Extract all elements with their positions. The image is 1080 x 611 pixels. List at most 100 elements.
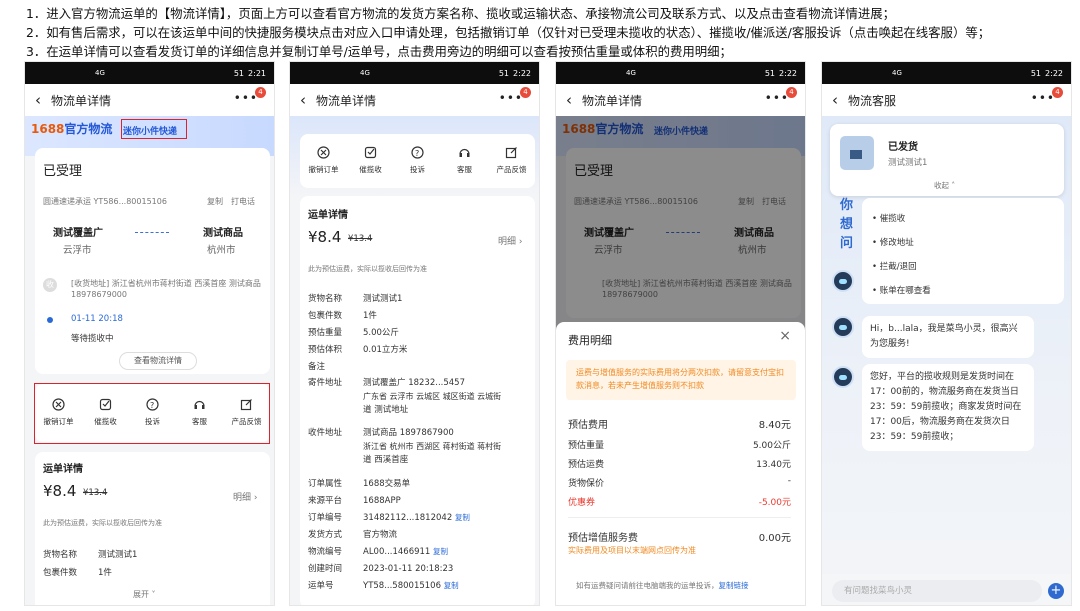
receiver-city: 杭州市	[207, 245, 236, 256]
receiver-address-row: 收件地址 测试商品 1897867900 浙江省 杭州市 西湖区 蒋村街道 蒋村街道…	[308, 428, 502, 465]
nav-bar: ‹ 物流单详情 ••• 4	[556, 84, 805, 116]
back-arrow-icon[interactable]: ‹	[35, 91, 41, 109]
robot-avatar-icon	[832, 316, 854, 338]
robot-avatar-icon	[832, 270, 854, 292]
network-indicator: 4G	[892, 69, 902, 77]
phone-screen-2: 4G 51 2:22 ‹ 物流单详情 ••• 4 撤销订单 催揽收 ? 投诉 客服…	[289, 61, 540, 606]
battery-indicator: 51	[498, 68, 510, 78]
copy-order-number[interactable]: 复制	[455, 513, 470, 522]
vas-note: 实际费用及项目以末端网点回传为准	[568, 546, 696, 555]
est-fee-row: 预估费用 8.40元	[568, 420, 791, 431]
battery-indicator: 51	[233, 68, 245, 78]
highlight-box-plan	[121, 119, 187, 139]
copy-link[interactable]: 复制	[207, 196, 223, 207]
route-line	[135, 232, 169, 233]
question-icon: ?	[411, 146, 424, 159]
clock: 2:21	[248, 68, 266, 78]
chat-input[interactable]: 有问题找菜鸟小灵	[832, 580, 1042, 602]
instruction-notes: 1．进入官方物流运单的【物流详情】，页面上方可以查看官方物流的发货方案名称、揽收…	[26, 4, 1066, 61]
vas-row: 预估增值服务费 0.00元	[568, 533, 791, 544]
waybill-original-price: ¥13.4	[348, 234, 373, 244]
waybill-original-price: ¥13.4	[83, 488, 108, 498]
back-arrow-icon[interactable]: ‹	[566, 91, 572, 109]
fee-detail-link[interactable]: 明细 ›	[498, 234, 522, 247]
copy-link-button[interactable]: 复制链接	[719, 581, 749, 590]
count-row: 包裹件数 1件	[308, 311, 377, 321]
view-logistics-button[interactable]: 查看物流详情	[119, 352, 197, 370]
goods-row: 货物名称 测试测试1	[308, 294, 403, 304]
notification-badge: 4	[255, 87, 266, 98]
status-bar: 4G 51 2:22	[290, 62, 539, 84]
order-number-row: 订单编号 31482112...1812042 复制	[308, 513, 470, 523]
faq-urge-pickup[interactable]: • 催揽收	[872, 212, 905, 224]
back-arrow-icon[interactable]: ‹	[832, 91, 838, 109]
volume-row: 预估体积 0.01立方米	[308, 345, 408, 355]
fee-footer: 如有运费疑问请前往电脑端我的运单投诉，复制链接	[576, 581, 749, 590]
remark-row: 备注	[308, 362, 326, 372]
order-state: 已受理	[43, 164, 83, 179]
faq-intercept-return[interactable]: • 拦截/退回	[872, 260, 917, 272]
page-title: 物流单详情	[316, 93, 377, 108]
order-attr-row: 订单属性 1688交易单	[308, 479, 411, 489]
faq-card: • 催揽收 • 修改地址 • 拦截/退回 • 账单在哪查看	[862, 198, 1064, 304]
plus-icon[interactable]: +	[1048, 583, 1064, 599]
brand-logo: 1688官方物流	[31, 122, 113, 136]
order-status-card: 已受理 圆通速递承运 YT586...80015106 复制 打电话 测试覆盖广…	[35, 148, 270, 374]
waybill-card: 运单详情 ¥8.4 ¥13.4 明细 › 此为预估运费，实际以揽收后回传为准 货…	[300, 196, 535, 605]
est-weight-row: 预估重量 5.00公斤	[568, 441, 791, 451]
waybill-card: 运单详情 ¥8.4 ¥13.4 明细 › 此为预估运费，实际以揽收后回传为准 货…	[35, 452, 270, 605]
shipped-status: 已发货	[888, 142, 918, 153]
feedback-button[interactable]: 产品反馈	[492, 146, 532, 175]
package-icon-inner	[850, 150, 862, 159]
receiver-name: 测试商品	[203, 228, 243, 239]
chat-message-rule: 您好，平台的揽收规则是发货时间在17：00前的，物流服务商在发货当日23：59：…	[862, 364, 1034, 451]
weight-row: 预估重量 5.00公斤	[308, 328, 399, 338]
ship-method-row: 发货方式 官方物流	[308, 530, 398, 540]
network-indicator: 4G	[360, 69, 370, 77]
note-2: 2．如有售后需求，可以在该运单中间的快捷服务模块点击对应入口申请处理，包括撤销订…	[26, 25, 991, 40]
expand-button[interactable]: 展开 ˅	[133, 589, 156, 600]
copy-logistics-number[interactable]: 复制	[433, 547, 448, 556]
copy-waybill-number[interactable]: 复制	[444, 581, 459, 590]
customer-service-button[interactable]: 客服	[445, 146, 485, 175]
phone-screen-3: 4G 51 2:22 ‹ 物流单详情 ••• 4 1688官方物流 迷你小件快递…	[555, 61, 806, 606]
cancel-order-button[interactable]: 撤销订单	[304, 146, 344, 175]
page-title: 物流客服	[848, 93, 897, 108]
network-indicator: 4G	[95, 69, 105, 77]
clock: 2:22	[1045, 68, 1063, 78]
timeline-dot	[47, 317, 53, 323]
cancel-icon	[317, 146, 330, 159]
notification-badge: 4	[786, 87, 797, 98]
source-row: 来源平台 1688APP	[308, 496, 401, 506]
est-freight-row: 预估运费 13.40元	[568, 460, 791, 470]
svg-text:?: ?	[415, 149, 419, 158]
shipped-item: 测试测试1	[888, 158, 928, 168]
coupon-row: 优惠券 -5.00元	[568, 498, 791, 508]
created-time-row: 创建时间 2023-01-11 20:18:23	[308, 564, 454, 574]
complaint-button[interactable]: ? 投诉	[398, 146, 438, 175]
shipped-card[interactable]: 已发货 测试测试1 收起 ˄	[830, 124, 1064, 196]
goods-row: 货物名称 测试测试1	[43, 550, 138, 560]
call-link[interactable]: 打电话	[231, 196, 255, 207]
logistics-number-row: 物流编号 AL00...1466911 复制	[308, 547, 449, 557]
network-indicator: 4G	[626, 69, 636, 77]
close-icon[interactable]: ×	[779, 328, 791, 344]
fee-detail-link[interactable]: 明细 ›	[233, 490, 257, 503]
timeline-time: 01-11 20:18	[71, 314, 123, 324]
collapse-button[interactable]: 收起 ˄	[934, 180, 955, 191]
chat-message-greeting: Hi，b...lala，我是菜鸟小灵，很高兴为您服务!	[862, 316, 1034, 358]
status-bar: 4G 51 2:22	[822, 62, 1071, 84]
phone-screen-1: 4G 51 2:21 ‹ 物流单详情 ••• 4 1688官方物流 迷你小件快递…	[24, 61, 275, 606]
sender-address-row: 寄件地址 测试覆盖广 18232...5457 广东省 云浮市 云城区 城区街道 云…	[308, 378, 502, 415]
faq-modify-address[interactable]: • 修改地址	[872, 236, 914, 248]
faq-bill-lookup[interactable]: • 账单在哪查看	[872, 284, 931, 296]
note-3: 3．在运单详情可以查看发货订单的详细信息并复制订单号/运单号，点击费用旁边的明细…	[26, 44, 732, 59]
clock: 2:22	[779, 68, 797, 78]
waybill-number-row: 运单号 YT58...580015106 复制	[308, 581, 459, 591]
waybill-note: 此为预估运费，实际以揽收后回传为准	[43, 519, 162, 527]
sender-city: 云浮市	[63, 245, 92, 256]
back-arrow-icon[interactable]: ‹	[300, 91, 306, 109]
urge-pickup-button[interactable]: 催揽收	[351, 146, 391, 175]
carrier-info: 圆通速递承运 YT586...80015106	[43, 197, 167, 206]
headset-icon	[459, 148, 470, 157]
